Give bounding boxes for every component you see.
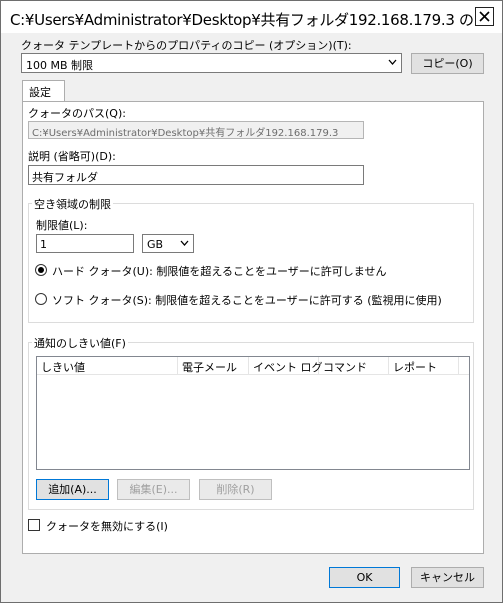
soft-quota-label[interactable]: ソフト クォータ(S): 制限値を超えることをユーザーに許可する (監視用に使用… (52, 292, 442, 308)
hard-quota-radio[interactable] (35, 264, 47, 276)
window-title: C:¥Users¥Administrator¥Desktop¥共有フォルダ192… (10, 11, 488, 29)
column-command-label: コマンド (323, 361, 367, 374)
limit-value: 1 (40, 238, 47, 251)
tab-settings-label: 設定 (29, 86, 51, 99)
unit-select[interactable]: GB (142, 234, 194, 253)
quota-path-label: クォータのパス(Q): (28, 107, 126, 120)
ok-button[interactable]: OK (329, 567, 400, 588)
edit-button[interactable]: 編集(E)... (117, 479, 190, 500)
limit-value-field[interactable]: 1 (36, 234, 134, 253)
title-bar: C:¥Users¥Administrator¥Desktop¥共有フォルダ192… (1, 1, 502, 33)
soft-quota-radio[interactable] (35, 293, 47, 305)
disable-quota-label[interactable]: クォータを無効にする(I) (46, 518, 168, 534)
delete-button[interactable]: 削除(R) (199, 479, 272, 500)
limit-label: 制限値(L): (36, 219, 88, 232)
quota-path-value: C:¥Users¥Administrator¥Desktop¥共有フォルダ192… (32, 128, 339, 139)
column-header-command[interactable]: コマンド (319, 357, 389, 374)
dialog-window: C:¥Users¥Administrator¥Desktop¥共有フォルダ192… (0, 0, 503, 603)
chevron-down-icon (388, 59, 397, 65)
add-button[interactable]: 追加(A)... (36, 479, 109, 500)
column-header-event-log[interactable]: イベント ログ (249, 357, 323, 374)
disable-quota-checkbox[interactable] (28, 519, 40, 531)
copy-button[interactable]: コピー(O) (411, 53, 484, 74)
description-label: 説明 (省略可)(D): (28, 150, 116, 163)
hard-quota-label[interactable]: ハード クォータ(U): 制限値を超えることをユーザーに許可しません (52, 263, 386, 279)
description-value: 共有フォルダ (32, 171, 98, 184)
threshold-list[interactable]: しきい値 電子メール イベント ログ コマンド レポート (36, 356, 470, 470)
column-event-log-label: イベント ログ (253, 361, 323, 374)
column-header-email[interactable]: 電子メール (178, 357, 249, 374)
column-header-threshold[interactable]: しきい値 (37, 357, 178, 374)
unit-value: GB (147, 238, 164, 251)
column-email-label: 電子メール (182, 361, 237, 374)
template-selected-value: 100 MB 制限 (26, 59, 94, 72)
radio-selected-dot (38, 267, 44, 273)
column-header-report[interactable]: レポート (389, 357, 459, 374)
description-field[interactable]: 共有フォルダ (28, 165, 364, 185)
space-limit-group-label: 空き領域の制限 (32, 196, 113, 212)
tab-settings[interactable]: 設定 (22, 80, 65, 102)
column-report-label: レポート (393, 361, 437, 374)
close-button[interactable] (475, 7, 494, 26)
template-select[interactable]: 100 MB 制限 (21, 53, 402, 73)
quota-path-field[interactable]: C:¥Users¥Administrator¥Desktop¥共有フォルダ192… (28, 121, 364, 139)
template-label: クォータ テンプレートからのプロパティのコピー (オプション)(T): (21, 39, 352, 52)
header-divider (37, 374, 469, 375)
cancel-button[interactable]: キャンセル (411, 567, 484, 588)
chevron-down-icon (180, 240, 189, 246)
column-threshold-label: しきい値 (41, 361, 85, 374)
close-icon (479, 11, 490, 22)
notification-group-label: 通知のしきい値(F) (32, 335, 128, 351)
